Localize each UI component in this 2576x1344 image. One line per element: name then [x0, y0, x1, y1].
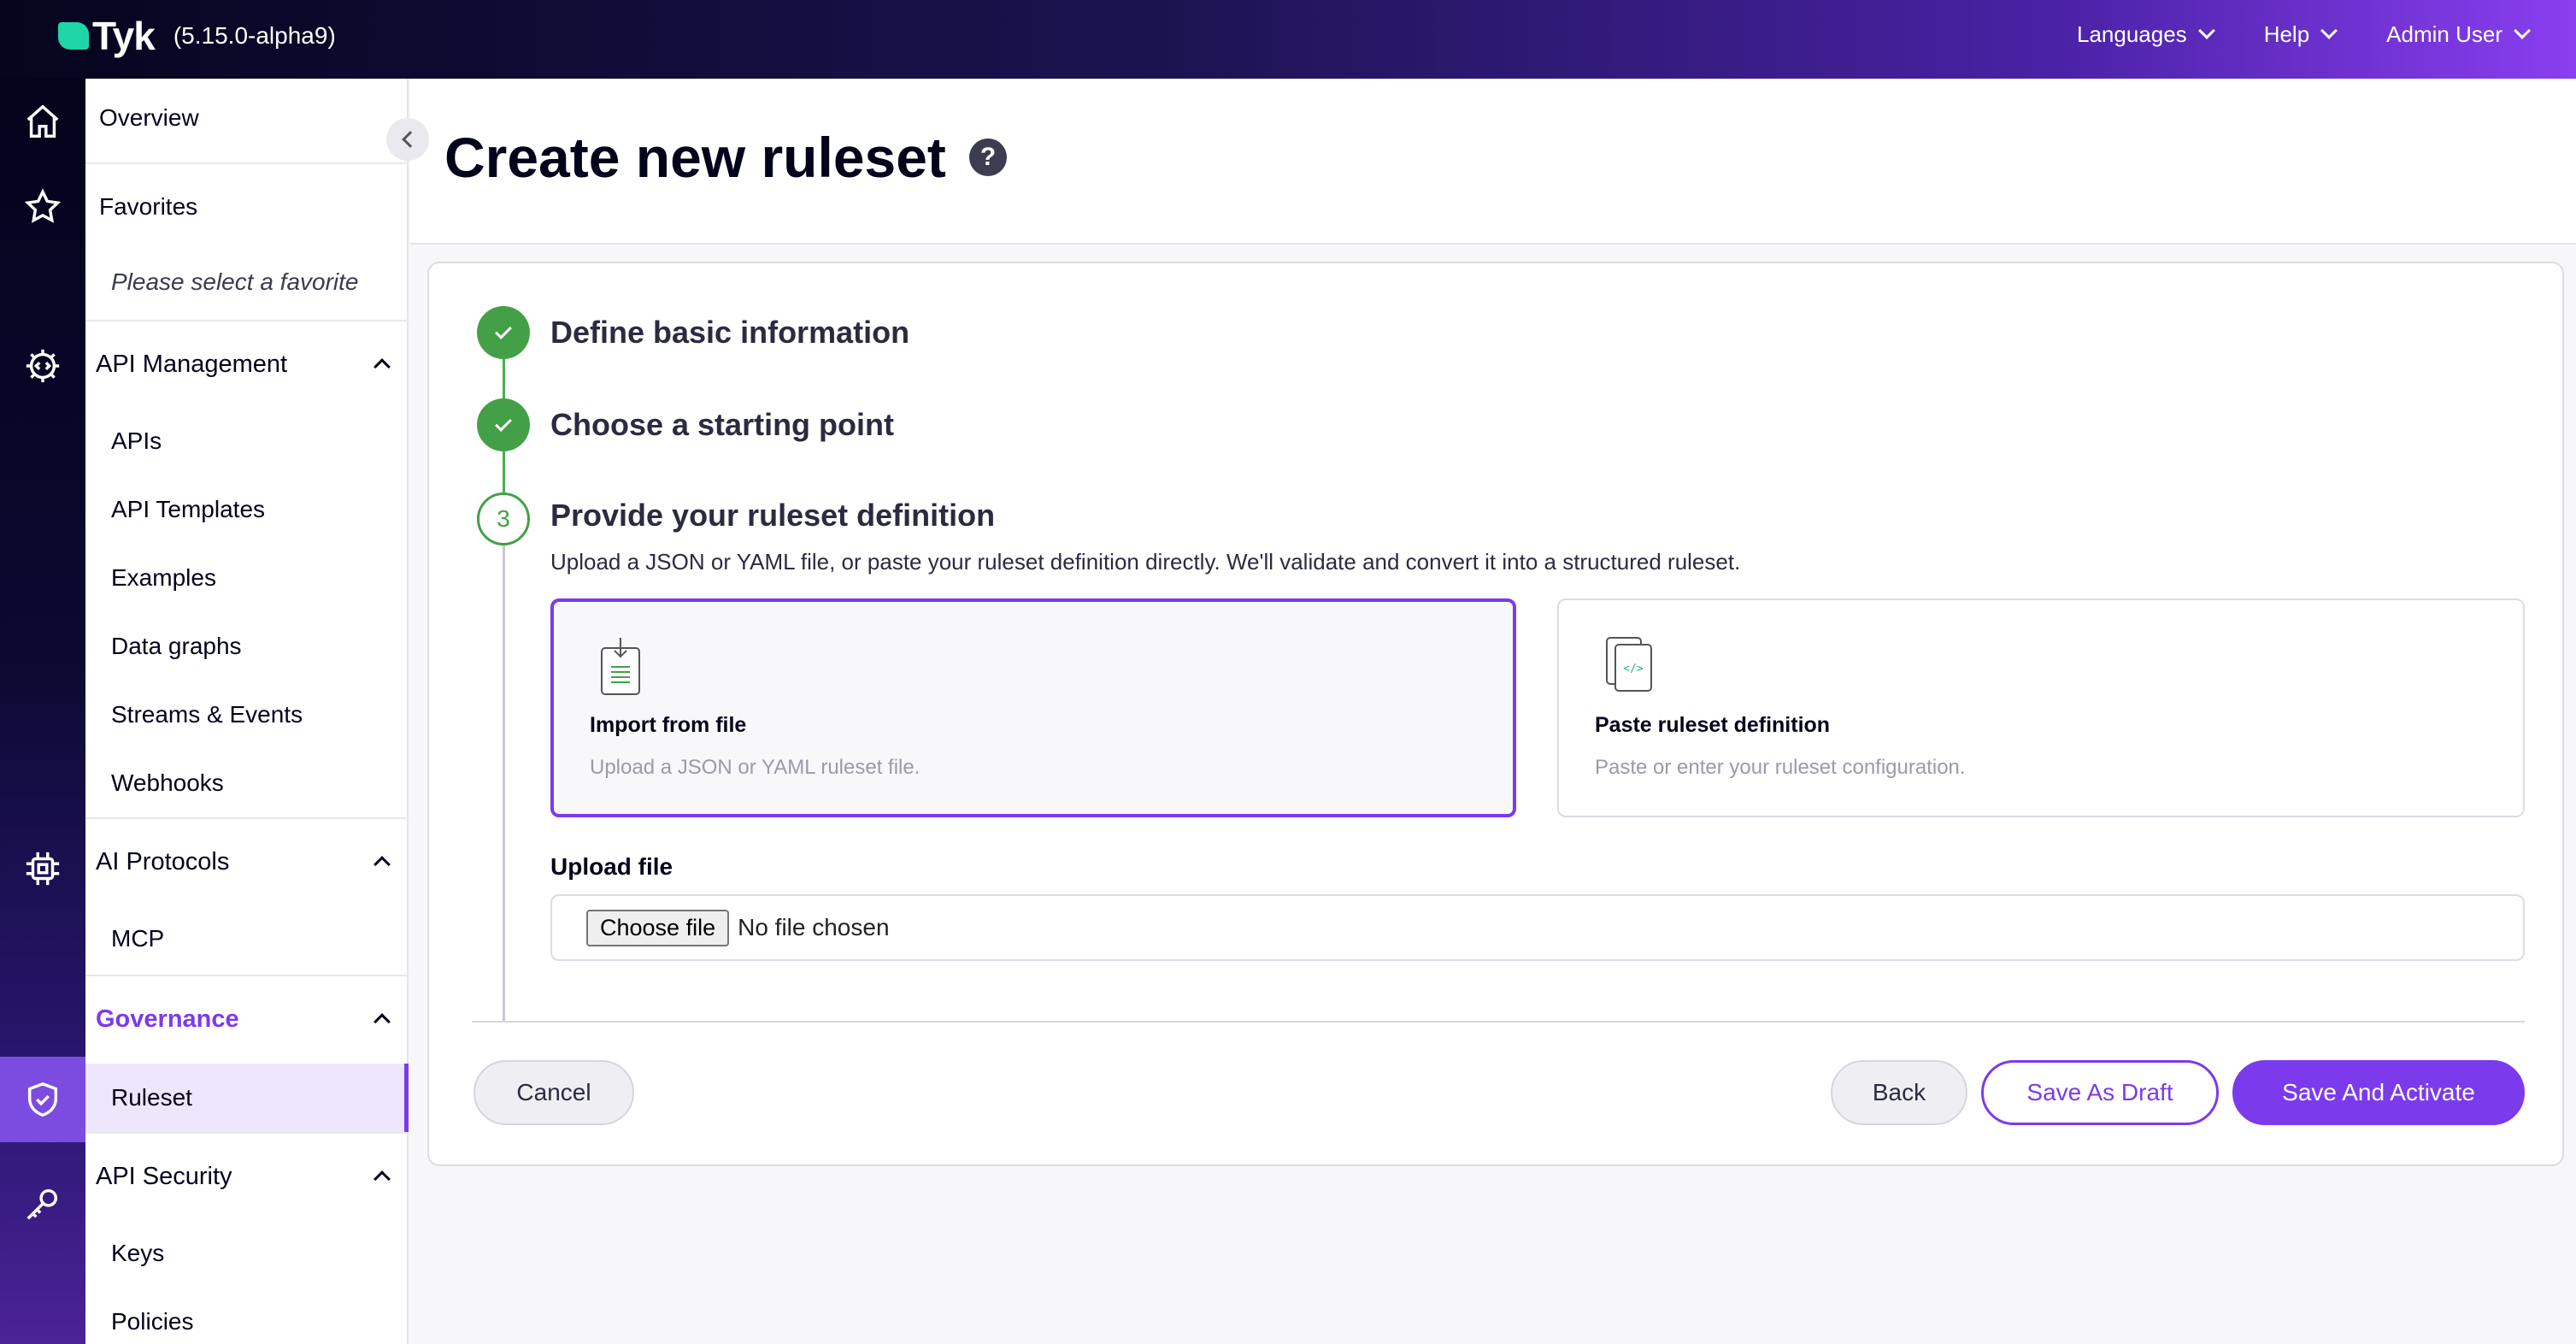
icon-rail [0, 79, 85, 1344]
step-connector [503, 545, 505, 1023]
section-label: API Security [96, 1163, 232, 1190]
sidebar-item-data-graphs[interactable]: Data graphs [85, 633, 409, 660]
step-1-check-icon [477, 306, 530, 359]
option-import-from-file[interactable]: Import from file Upload a JSON or YAML r… [550, 598, 1516, 817]
option-subtitle: Paste or enter your ruleset configuratio… [1595, 756, 1966, 779]
sidebar-item-webhooks[interactable]: Webhooks [85, 769, 409, 797]
chevron-down-icon [2320, 22, 2338, 39]
section-label: Governance [96, 1005, 239, 1033]
choose-file-button[interactable]: Choose file [586, 909, 730, 946]
file-status: No file chosen [738, 914, 890, 940]
divider [85, 1132, 409, 1134]
chip-icon[interactable] [15, 841, 70, 896]
sidebar: Overview Favorites Please select a favor… [85, 79, 409, 1344]
divider [472, 1021, 2525, 1023]
sidebar-item-mcp[interactable]: MCP [85, 925, 409, 952]
sidebar-section-ai-protocols[interactable]: AI Protocols [85, 848, 409, 876]
sidebar-section-api-security[interactable]: API Security [85, 1163, 409, 1191]
sidebar-item-ruleset[interactable]: Ruleset [85, 1064, 409, 1132]
top-nav: Languages Help Admin User [2077, 0, 2531, 68]
option-paste-definition[interactable]: </> Paste ruleset definition Paste or en… [1557, 598, 2525, 817]
user-label: Admin User [2386, 21, 2502, 47]
chevron-down-icon [2514, 22, 2531, 39]
step-1-title[interactable]: Define basic information [550, 315, 909, 351]
help-menu[interactable]: Help [2263, 21, 2338, 48]
gear-code-icon[interactable] [15, 339, 70, 393]
top-bar: Tyk (5.15.0-alpha9) Languages Help Admin… [0, 0, 2576, 79]
shield-check-icon[interactable] [15, 1072, 70, 1127]
chevron-up-icon [373, 1013, 391, 1030]
sidebar-section-governance[interactable]: Governance [85, 1005, 409, 1034]
option-title: Import from file [590, 713, 747, 737]
section-label: API Management [96, 351, 288, 378]
step-2-check-icon [477, 398, 530, 451]
chevron-up-icon [373, 856, 391, 873]
upload-file-label: Upload file [550, 853, 673, 880]
sidebar-item-policies[interactable]: Policies [85, 1308, 409, 1335]
help-icon[interactable]: ? [969, 139, 1007, 176]
languages-label: Languages [2077, 21, 2187, 47]
sidebar-item-examples[interactable]: Examples [85, 564, 409, 592]
divider [85, 320, 409, 321]
wizard-card: Define basic information Choose a starti… [427, 262, 2564, 1166]
languages-menu[interactable]: Languages [2077, 21, 2215, 48]
sidebar-item-streams-events[interactable]: Streams & Events [85, 701, 409, 728]
tyk-logo-icon [58, 22, 89, 50]
collapse-sidebar-button[interactable] [386, 118, 429, 161]
save-as-draft-button[interactable]: Save As Draft [1981, 1060, 2219, 1125]
brand[interactable]: Tyk (5.15.0-alpha9) [58, 14, 336, 58]
section-label: AI Protocols [96, 848, 230, 875]
step-3-number: 3 [477, 492, 530, 545]
divider [85, 817, 409, 819]
user-menu[interactable]: Admin User [2386, 21, 2531, 48]
sidebar-item-overview[interactable]: Overview [85, 104, 409, 132]
file-import-icon [601, 638, 640, 695]
upload-file-field: Choose file No file chosen [550, 894, 2525, 961]
sidebar-item-api-templates[interactable]: API Templates [85, 496, 409, 523]
divider [85, 975, 409, 976]
sidebar-item-apis[interactable]: APIs [85, 427, 409, 455]
chevron-left-icon [402, 131, 419, 148]
logo-text: Tyk [92, 14, 156, 58]
code-file-icon: </> [1606, 637, 1652, 692]
home-icon[interactable] [15, 94, 70, 149]
sidebar-item-keys[interactable]: Keys [85, 1240, 409, 1267]
chevron-up-icon [373, 1170, 391, 1188]
help-label: Help [2263, 21, 2310, 47]
sidebar-item-favorites[interactable]: Favorites [85, 193, 409, 221]
step-3-title: Provide your ruleset definition [550, 498, 996, 533]
cancel-button[interactable]: Cancel [473, 1060, 634, 1125]
step-2-title[interactable]: Choose a starting point [550, 407, 894, 443]
back-button[interactable]: Back [1831, 1060, 1967, 1125]
chevron-up-icon [373, 358, 391, 375]
chevron-down-icon [2197, 22, 2215, 39]
step-3-description: Upload a JSON or YAML file, or paste you… [550, 549, 1741, 575]
option-subtitle: Upload a JSON or YAML ruleset file. [590, 756, 920, 779]
favorites-placeholder: Please select a favorite [111, 268, 359, 295]
page-header: Create new ruleset ? [410, 79, 2576, 245]
option-title: Paste ruleset definition [1595, 713, 1831, 737]
key-icon[interactable] [15, 1176, 70, 1231]
page-title: Create new ruleset [444, 126, 946, 189]
star-icon[interactable] [15, 180, 70, 234]
divider [85, 162, 409, 164]
sidebar-section-api-management[interactable]: API Management [85, 351, 409, 379]
svg-text:</>: </> [1623, 663, 1644, 675]
save-and-activate-button[interactable]: Save And Activate [2232, 1060, 2525, 1125]
version-label: (5.15.0-alpha9) [173, 22, 336, 49]
